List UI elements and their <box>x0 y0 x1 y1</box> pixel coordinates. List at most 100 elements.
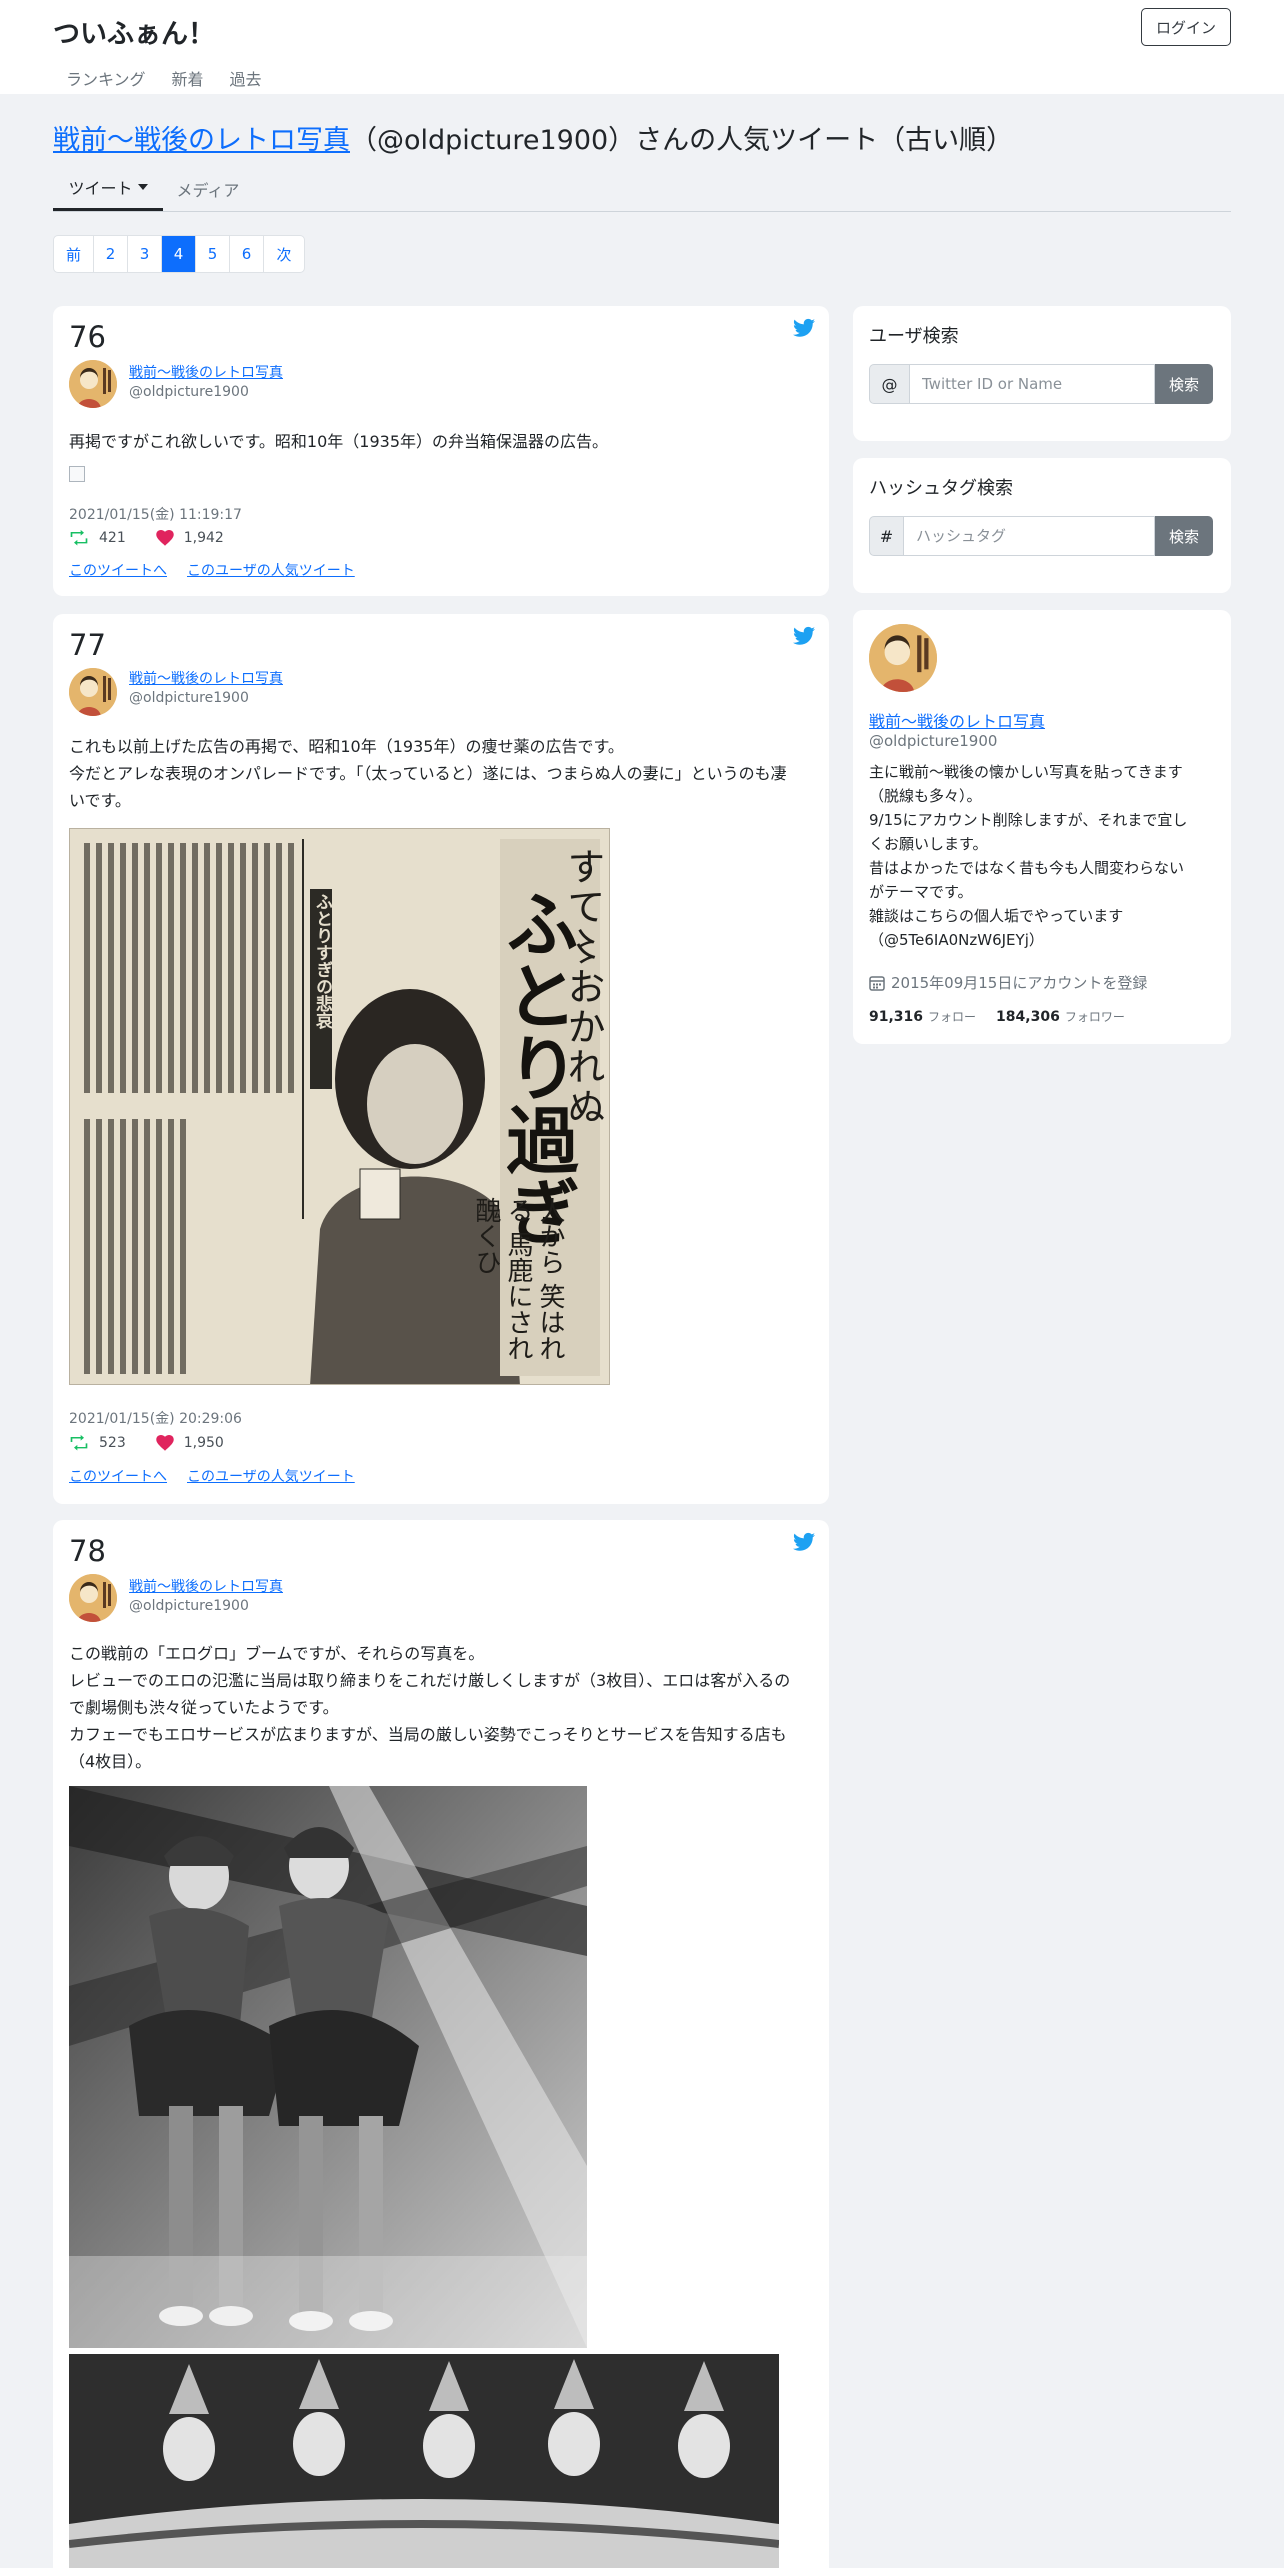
like-count: 1,950 <box>183 1435 224 1451</box>
ad-headline: ふとり過ぎ <box>494 887 579 1247</box>
retweet-icon <box>69 1435 89 1451</box>
tab-tweet[interactable]: ツイート <box>53 166 163 211</box>
author-handle: @oldpicture1900 <box>129 1598 249 1614</box>
login-button[interactable]: ログイン <box>1141 8 1231 46</box>
page-2[interactable]: 2 <box>94 236 128 272</box>
tweet-text-line: カフェーでもエロサービスが広まりますが、当局の厳しい姿勢でこっそりとサービスを告… <box>69 1725 787 1744</box>
avatar[interactable] <box>69 668 117 716</box>
page-3[interactable]: 3 <box>128 236 162 272</box>
hashtag-search-input[interactable] <box>903 516 1155 556</box>
link-to-tweet[interactable]: このツイートへ <box>69 560 167 580</box>
tweet-text-line: この戦前の「エログロ」ブームですが、それらの写真を。 <box>69 1644 485 1663</box>
twitter-bird-icon[interactable] <box>793 1532 815 1552</box>
follow-label: フォロー <box>928 1010 977 1024</box>
tweet-text-line: 再掲ですがこれ欲しいです。昭和10年（1935年）の弁当箱保温器の広告。 <box>69 432 608 451</box>
tweet-card-78: 78 戦前～戦後のレトロ写真 @oldpicture1900 この戦前の「エログ… <box>53 1520 829 2568</box>
nav-new[interactable]: 新着 <box>172 66 204 90</box>
twitter-bird-icon[interactable] <box>793 626 815 646</box>
calendar-icon <box>869 975 885 991</box>
tweet-text-line: （4枚目）。 <box>69 1752 152 1771</box>
tweet-image-dancers[interactable] <box>69 1786 587 2348</box>
nav-ranking[interactable]: ランキング <box>66 66 146 90</box>
link-to-tweet[interactable]: このツイートへ <box>69 1466 167 1486</box>
site-brand[interactable]: ついふぁん！ <box>53 12 215 51</box>
content-tabs: ツイート メディア <box>53 166 1231 212</box>
follow-count: 91,316 <box>869 1009 924 1025</box>
avatar[interactable] <box>69 1574 117 1622</box>
tab-media[interactable]: メディア <box>163 166 253 211</box>
tweet-stats: 523 1,950 <box>69 1435 254 1451</box>
ad-caption: ふとりすぎの悲哀 <box>312 893 332 1029</box>
chorus-photo <box>69 2354 779 2568</box>
tweet-text: 再掲ですがこれ欲しいです。昭和10年（1935年）の弁当箱保温器の広告。 <box>69 428 608 455</box>
registration-text: 2015年09月15日にアカウントを登録 <box>891 974 1148 992</box>
tweet-image-diet-ad[interactable]: すて〻おかれぬ ふとり過ぎ 人から 笑はれる 馬鹿にされ 醜くひ ふとりすぎの悲… <box>69 828 610 1385</box>
profile-handle: @oldpicture1900 <box>869 732 998 750</box>
registration-date: 2015年09月15日にアカウントを登録 <box>869 972 1147 993</box>
page-prev[interactable]: 前 <box>54 236 94 272</box>
hashtag-search-button[interactable]: 検索 <box>1155 516 1213 556</box>
tweet-card-77: 77 戦前～戦後のレトロ写真 @oldpicture1900 これも以前上げた広… <box>53 614 829 1504</box>
profile-desc-line: 雑談はこちらの個人垢でやっています <box>869 907 1124 925</box>
follower-count: 184,306 <box>996 1009 1060 1025</box>
tweet-text: この戦前の「エログロ」ブームですが、それらの写真を。 レビューでのエロの氾濫に当… <box>69 1640 829 1775</box>
user-search-group: @ 検索 <box>869 364 1213 404</box>
link-user-popular[interactable]: このユーザの人気ツイート <box>187 1466 355 1486</box>
twitter-bird-icon[interactable] <box>793 318 815 338</box>
pagination: 前 2 3 4 5 6 次 <box>53 235 305 273</box>
like-count: 1,942 <box>183 530 224 546</box>
dancers-photo <box>69 1786 587 2348</box>
tweet-rank: 76 <box>69 320 106 354</box>
sub-nav: ランキング 新着 過去 <box>66 66 262 90</box>
profile-desc-line: くお願いします。 <box>869 835 988 853</box>
author-handle: @oldpicture1900 <box>129 384 249 400</box>
profile-desc-line: （脱線も多々）。 <box>869 787 982 805</box>
tweet-rank: 77 <box>69 628 106 662</box>
hash-prefix: # <box>869 516 903 556</box>
page-title-rest: （@oldpicture1900）さんの人気ツイート（古い順） <box>350 125 1014 156</box>
hashtag-search-title: ハッシュタグ検索 <box>869 478 1013 499</box>
follow-stats: 91,316 フォロー 184,306 フォロワー <box>869 1008 1145 1025</box>
tweet-text: これも以前上げた広告の再掲で、昭和10年（1935年）の痩せ薬の広告です。 今だ… <box>69 733 829 814</box>
follower-label: フォロワー <box>1064 1010 1125 1024</box>
broken-image-icon[interactable] <box>69 466 85 482</box>
page-next[interactable]: 次 <box>264 236 304 272</box>
profile-name-link[interactable]: 戦前～戦後のレトロ写真 <box>869 708 1045 732</box>
profile-desc-line: 昔はよかったではなく昔も今も人間変わらない <box>869 859 1185 877</box>
ad-sub-text: 人から 笑はれる 馬鹿にされ 醜くひ <box>471 1197 565 1362</box>
user-search-card: ユーザ検索 @ 検索 <box>853 306 1231 441</box>
hashtag-search-card: ハッシュタグ検索 # 検索 <box>853 458 1231 593</box>
avatar[interactable] <box>69 360 117 408</box>
heart-icon <box>156 1435 174 1451</box>
page-4-active[interactable]: 4 <box>162 236 196 272</box>
at-prefix: @ <box>869 364 909 404</box>
heart-icon <box>156 530 174 546</box>
page-title-user-link[interactable]: 戦前～戦後のレトロ写真 <box>53 125 350 156</box>
top-navbar: ついふぁん！ ログイン ランキング 新着 過去 <box>0 0 1284 94</box>
profile-avatar[interactable] <box>869 624 937 692</box>
caret-down-icon <box>137 184 148 190</box>
tweet-links: このツイートへ このユーザの人気ツイート <box>69 560 355 580</box>
user-search-input[interactable] <box>909 364 1155 404</box>
tweet-image-chorus-line[interactable] <box>69 2354 779 2568</box>
tweet-date: 2021/01/15(金) 11:19:17 <box>69 507 242 523</box>
retweet-count: 421 <box>99 530 126 546</box>
profile-desc-line: 主に戦前～戦後の懐かしい写真を貼ってきます <box>869 763 1183 781</box>
profile-card: 戦前～戦後のレトロ写真 @oldpicture1900 主に戦前～戦後の懐かしい… <box>853 610 1231 1044</box>
tab-tweet-label: ツイート <box>68 179 133 198</box>
profile-desc-line: がテーマです。 <box>869 883 973 901</box>
tweet-date: 2021/01/15(金) 20:29:06 <box>69 1411 242 1427</box>
author-name-link[interactable]: 戦前～戦後のレトロ写真 <box>129 1576 283 1596</box>
page-5[interactable]: 5 <box>196 236 230 272</box>
profile-description: 主に戦前～戦後の懐かしい写真を貼ってきます （脱線も多々）。 9/15にアカウン… <box>869 760 1213 952</box>
profile-desc-line: 9/15にアカウント削除しますが、それまで宜し <box>869 811 1188 829</box>
author-handle: @oldpicture1900 <box>129 690 249 706</box>
author-name-link[interactable]: 戦前～戦後のレトロ写真 <box>129 362 283 382</box>
tweet-links: このツイートへ このユーザの人気ツイート <box>69 1466 355 1486</box>
profile-desc-line: （@5Te6IA0NzW6JEYj） <box>869 931 1044 949</box>
nav-past[interactable]: 過去 <box>230 66 262 90</box>
author-name-link[interactable]: 戦前～戦後のレトロ写真 <box>129 668 283 688</box>
link-user-popular[interactable]: このユーザの人気ツイート <box>187 560 355 580</box>
user-search-button[interactable]: 検索 <box>1155 364 1213 404</box>
page-6[interactable]: 6 <box>230 236 264 272</box>
